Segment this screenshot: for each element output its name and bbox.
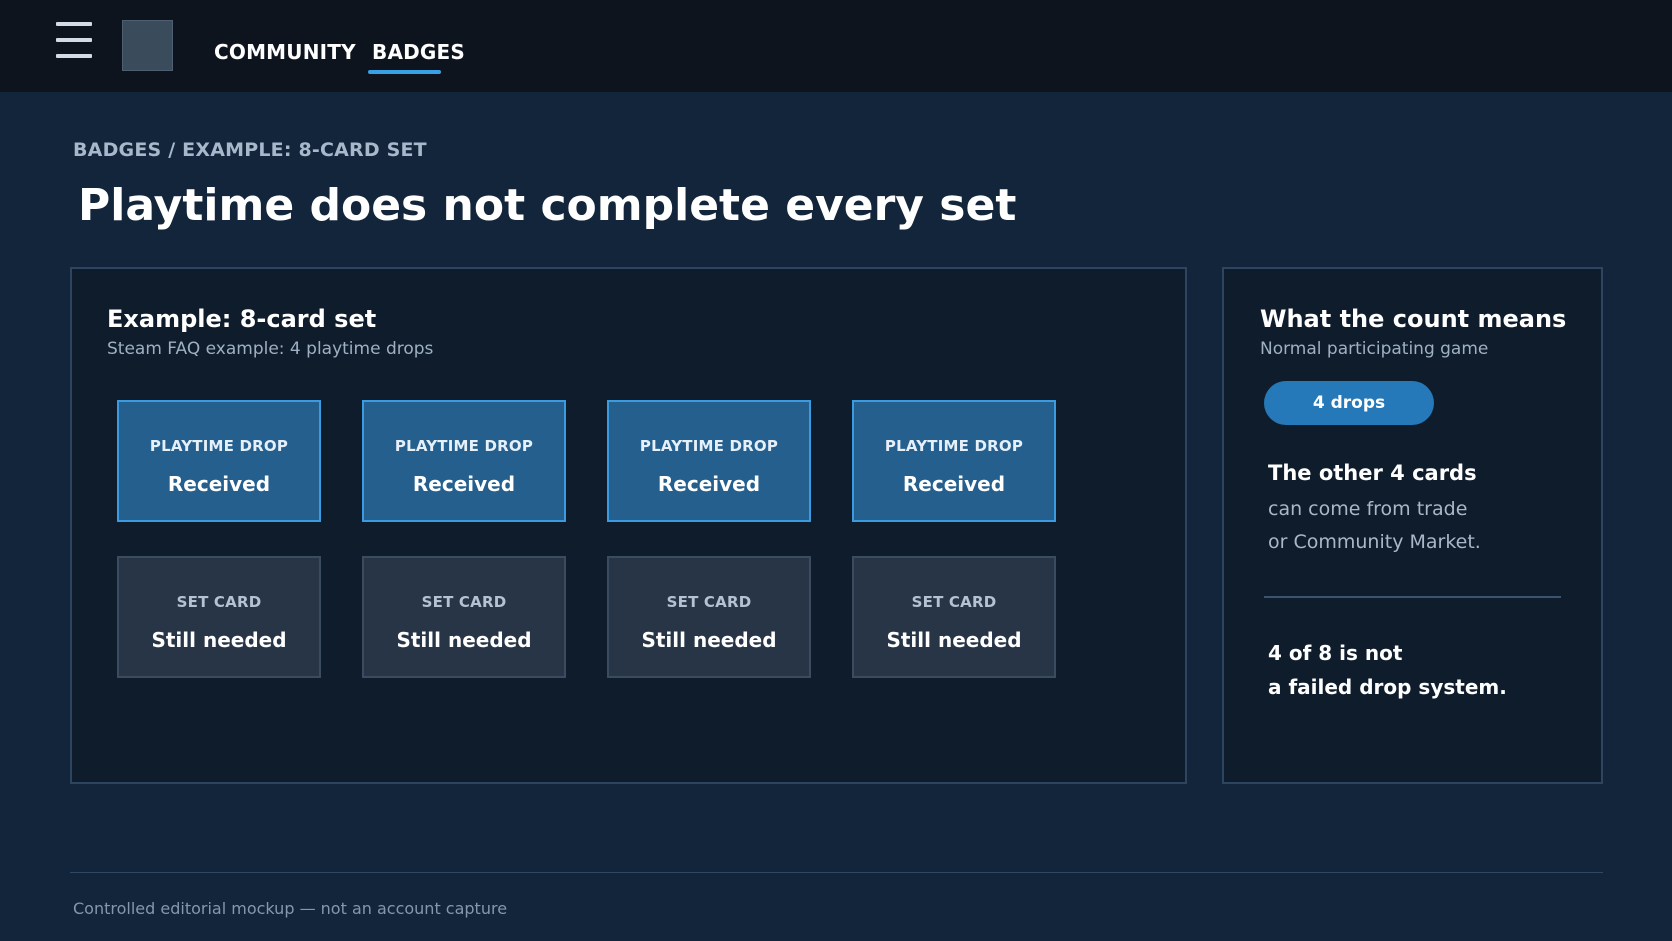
tab-badges[interactable]: BADGES <box>372 40 465 64</box>
set-card: SET CARD Still needed <box>607 556 811 678</box>
footer-divider <box>70 872 1603 873</box>
breadcrumb: BADGES / EXAMPLE: 8-CARD SET <box>73 139 427 161</box>
card-kicker: SET CARD <box>911 593 997 611</box>
active-tab-indicator <box>368 70 441 74</box>
footer-note: Controlled editorial mockup — not an acc… <box>73 899 508 918</box>
playtime-drop-card: PLAYTIME DROP Received <box>852 400 1056 522</box>
panel-subtitle: Steam FAQ example: 4 playtime drops <box>107 339 434 359</box>
count-explanation-panel: What the count means Normal participatin… <box>1222 267 1603 784</box>
card-status: Received <box>167 472 271 496</box>
side-panel-subtitle: Normal participating game <box>1260 339 1489 359</box>
card-status: Still needed <box>151 628 287 652</box>
panel-title: Example: 8-card set <box>107 305 377 333</box>
other-cards-heading: The other 4 cards <box>1268 461 1477 485</box>
divider <box>1264 596 1561 598</box>
card-status: Received <box>657 472 761 496</box>
playtime-drop-card: PLAYTIME DROP Received <box>362 400 566 522</box>
page-title: Playtime does not complete every set <box>78 180 1017 231</box>
conclusion-line: a failed drop system. <box>1268 675 1507 699</box>
card-kicker: SET CARD <box>176 593 262 611</box>
set-card: SET CARD Still needed <box>362 556 566 678</box>
top-nav-bar: COMMUNITY BADGES <box>0 0 1672 92</box>
conclusion-line: 4 of 8 is not <box>1268 641 1403 665</box>
other-cards-text-line: can come from trade <box>1268 498 1468 520</box>
card-kicker: PLAYTIME DROP <box>884 437 1024 455</box>
card-kicker: PLAYTIME DROP <box>394 437 534 455</box>
side-panel-title: What the count means <box>1260 305 1567 333</box>
app-logo[interactable] <box>122 20 173 71</box>
card-kicker: PLAYTIME DROP <box>639 437 779 455</box>
card-kicker: PLAYTIME DROP <box>149 437 289 455</box>
set-card: SET CARD Still needed <box>117 556 321 678</box>
card-status: Still needed <box>396 628 532 652</box>
card-status: Still needed <box>886 628 1022 652</box>
card-status: Received <box>412 472 516 496</box>
hamburger-menu-icon[interactable] <box>56 22 92 60</box>
tab-community[interactable]: COMMUNITY <box>214 40 356 64</box>
example-set-panel: Example: 8-card set Steam FAQ example: 4… <box>70 267 1187 784</box>
playtime-drop-card: PLAYTIME DROP Received <box>117 400 321 522</box>
card-kicker: SET CARD <box>666 593 752 611</box>
drops-count-badge: 4 drops <box>1264 381 1434 425</box>
set-card: SET CARD Still needed <box>852 556 1056 678</box>
playtime-drop-card: PLAYTIME DROP Received <box>607 400 811 522</box>
other-cards-text-line: or Community Market. <box>1268 531 1481 553</box>
card-kicker: SET CARD <box>421 593 507 611</box>
card-status: Still needed <box>641 628 777 652</box>
card-status: Received <box>902 472 1006 496</box>
